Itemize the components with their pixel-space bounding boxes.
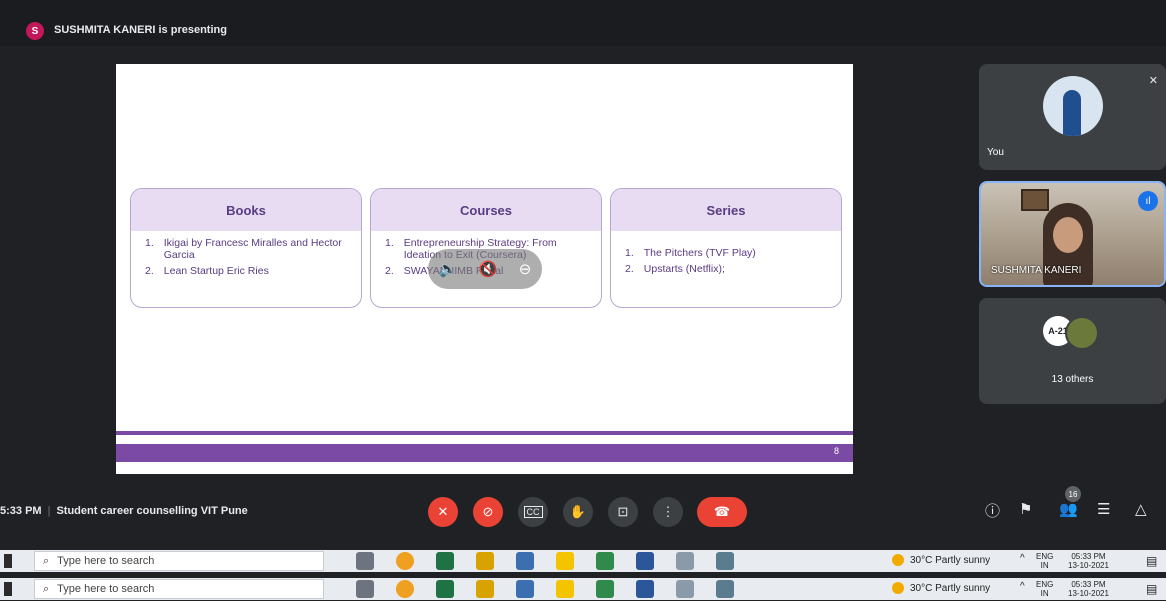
captions-icon: CC bbox=[523, 506, 543, 518]
weather-widget[interactable]: 30°C Partly sunny bbox=[892, 554, 990, 566]
taskbar: ⌕ Type here to search 30°C Partly sunny … bbox=[0, 550, 1166, 572]
info-icon[interactable]: ⓘ bbox=[985, 500, 1000, 521]
courses-card: Courses 1. Entrepreneurship Strategy: Fro… bbox=[370, 188, 602, 308]
search-input[interactable]: ⌕ Type here to search bbox=[34, 551, 324, 571]
more-vert-icon: ⋮ bbox=[661, 504, 675, 519]
others-count-label: 13 others bbox=[1051, 374, 1094, 385]
list-item: 2. Upstarts (Netflix); bbox=[625, 263, 725, 275]
activities-shapes-icon[interactable]: △ bbox=[1135, 500, 1147, 518]
files-icon[interactable] bbox=[516, 552, 534, 570]
participant-count-badge: 16 bbox=[1065, 486, 1081, 502]
tray-caret-icon[interactable]: ^ bbox=[1020, 553, 1025, 564]
paint-icon[interactable] bbox=[716, 580, 734, 598]
mute-speaker-icon[interactable]: 🔇 bbox=[479, 260, 498, 278]
hangup-icon: ☎ bbox=[713, 504, 731, 519]
slide-page-number: 8 bbox=[833, 446, 839, 456]
store-icon[interactable] bbox=[476, 580, 494, 598]
chat-icon[interactable]: ☰ bbox=[1097, 500, 1110, 518]
avatar bbox=[1065, 316, 1099, 350]
captions-button[interactable]: CC bbox=[518, 497, 548, 527]
taskbar-apps bbox=[356, 552, 734, 570]
chrome-icon[interactable] bbox=[396, 552, 414, 570]
sticky-notes-icon[interactable] bbox=[556, 580, 574, 598]
mic-off-icon: ✕ bbox=[1148, 75, 1158, 87]
clock[interactable]: 05:33 PM 13-10-2021 bbox=[1068, 580, 1109, 598]
card-title: Series bbox=[611, 189, 841, 231]
volume-icon[interactable]: 🔈 bbox=[439, 260, 458, 278]
slide-footer-band bbox=[116, 444, 853, 462]
card-title: Courses bbox=[371, 189, 601, 231]
sticky-notes-icon[interactable] bbox=[556, 552, 574, 570]
search-icon: ⌕ bbox=[43, 582, 50, 595]
more-options-icon[interactable]: ⊖ bbox=[519, 260, 532, 278]
task-view-icon[interactable] bbox=[356, 580, 374, 598]
weather-sun-icon bbox=[892, 554, 904, 566]
meeting-info: 5:33 PM | Student career counselling VIT P… bbox=[0, 505, 248, 517]
presenter-avatar: S bbox=[26, 22, 44, 40]
excel-icon[interactable] bbox=[436, 552, 454, 570]
present-button[interactable]: ⊡ bbox=[608, 497, 638, 527]
mic-off-icon: ✕ bbox=[437, 504, 449, 519]
chrome-icon[interactable] bbox=[396, 580, 414, 598]
clock[interactable]: 05:33 PM 13-10-2021 bbox=[1068, 552, 1109, 570]
list-item: 1. The Pitchers (TVF Play) bbox=[625, 247, 756, 259]
camera-off-icon: ⊘ bbox=[482, 504, 494, 519]
paint-icon[interactable] bbox=[716, 552, 734, 570]
notifications-icon[interactable]: ▤ bbox=[1146, 582, 1157, 596]
language-indicator[interactable]: ENG IN bbox=[1036, 552, 1053, 570]
presenter-bar: S SUSHMITA KANERI is presenting bbox=[0, 0, 1166, 46]
participant-tile-you[interactable]: ✕ You bbox=[979, 64, 1166, 170]
store-icon[interactable] bbox=[476, 552, 494, 570]
search-input[interactable]: ⌕ Type here to search bbox=[34, 579, 324, 599]
taskbar-apps bbox=[356, 580, 734, 598]
list-item: 1. Ikigai by Francesc Miralles and Hector… bbox=[145, 237, 342, 261]
participant-name: You bbox=[987, 147, 1004, 158]
activities-icon[interactable]: ⚑ bbox=[1019, 500, 1032, 518]
books-card: Books 1. Ikigai by Francesc Miralles and … bbox=[130, 188, 362, 308]
leave-call-button[interactable]: ☎ bbox=[697, 497, 747, 527]
avatar bbox=[1043, 76, 1103, 136]
notifications-icon[interactable]: ▤ bbox=[1146, 554, 1157, 568]
meet-icon[interactable] bbox=[596, 580, 614, 598]
weather-sun-icon bbox=[892, 582, 904, 594]
tray-caret-icon[interactable]: ^ bbox=[1020, 581, 1025, 592]
participant-tile-presenter[interactable]: ıl SUSHMITA KANERI bbox=[979, 181, 1166, 287]
mic-toggle-button[interactable]: ✕ bbox=[428, 497, 458, 527]
search-icon: ⌕ bbox=[43, 554, 50, 567]
more-options-button[interactable]: ⋮ bbox=[653, 497, 683, 527]
word-icon[interactable] bbox=[636, 552, 654, 570]
camera-toggle-button[interactable]: ⊘ bbox=[473, 497, 503, 527]
meeting-time: 5:33 PM bbox=[0, 505, 42, 517]
files-icon[interactable] bbox=[516, 580, 534, 598]
present-screen-icon: ⊡ bbox=[617, 504, 629, 519]
app-icon[interactable] bbox=[676, 580, 694, 598]
card-title: Books bbox=[131, 189, 361, 231]
windows-start-icon[interactable] bbox=[4, 582, 12, 596]
weather-widget[interactable]: 30°C Partly sunny bbox=[892, 582, 990, 594]
speaking-icon: ıl bbox=[1138, 191, 1158, 211]
word-icon[interactable] bbox=[636, 580, 654, 598]
participant-name: SUSHMITA KANERI bbox=[991, 265, 1082, 276]
series-card: Series 1. The Pitchers (TVF Play) 2. Upsta… bbox=[610, 188, 842, 308]
slide-footer-line bbox=[116, 431, 853, 435]
slide-controls: 🔈 🔇 ⊖ bbox=[428, 249, 542, 289]
meeting-name: Student career counselling VIT Pune bbox=[56, 505, 248, 517]
windows-start-icon[interactable] bbox=[4, 554, 12, 568]
app-icon[interactable] bbox=[676, 552, 694, 570]
raise-hand-button[interactable]: ✋ bbox=[563, 497, 593, 527]
participant-tile-others[interactable]: A-21 13 others bbox=[979, 298, 1166, 404]
people-icon[interactable]: 👥 bbox=[1059, 500, 1078, 518]
excel-icon[interactable] bbox=[436, 580, 454, 598]
presenter-text: SUSHMITA KANERI is presenting bbox=[54, 24, 227, 36]
meet-icon[interactable] bbox=[596, 552, 614, 570]
list-item: 2. Lean Startup Eric Ries bbox=[145, 265, 269, 277]
taskbar-duplicate: ⌕ Type here to search 30°C Partly sunny … bbox=[0, 578, 1166, 600]
task-view-icon[interactable] bbox=[356, 552, 374, 570]
language-indicator[interactable]: ENG IN bbox=[1036, 580, 1053, 598]
hand-icon: ✋ bbox=[569, 504, 587, 519]
